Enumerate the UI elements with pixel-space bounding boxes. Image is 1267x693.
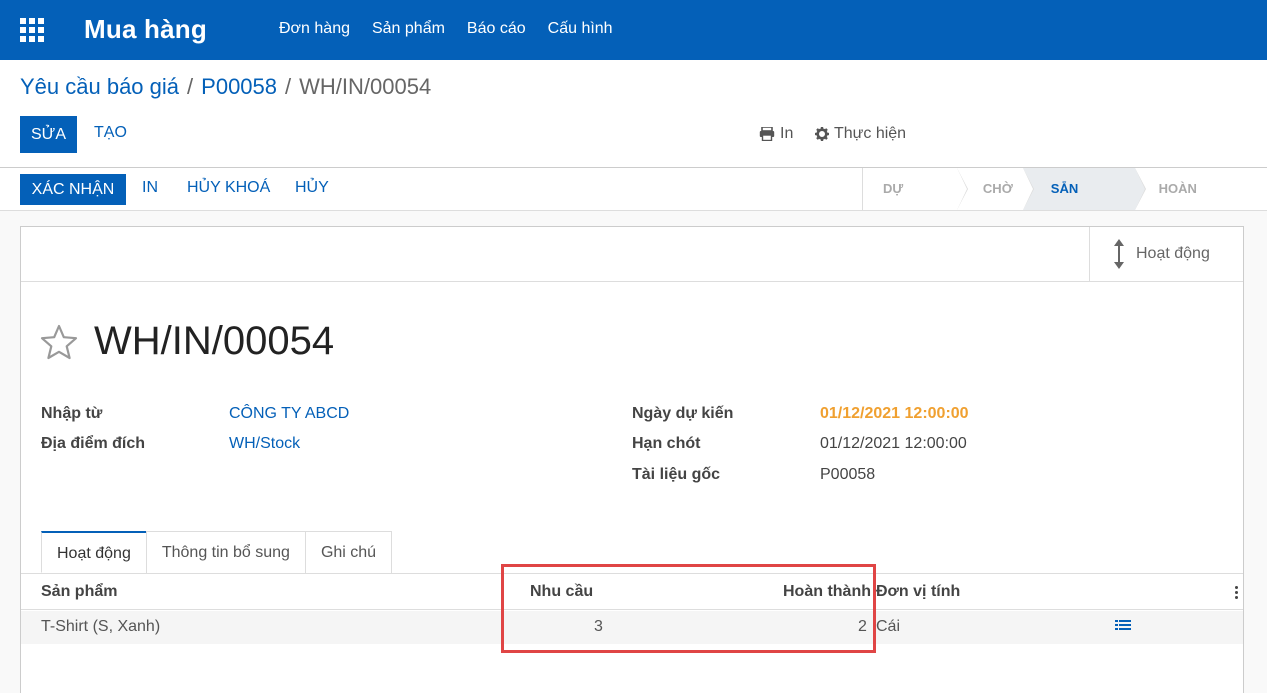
- list-detail-icon[interactable]: [1115, 619, 1131, 633]
- field-label-source-document: Tài liệu gốc: [632, 466, 721, 483]
- breadcrumb-rfq[interactable]: Yêu cầu báo giá: [20, 74, 179, 100]
- field-label-destination: Địa điểm đích: [41, 435, 146, 452]
- column-uom[interactable]: Đơn vị tính: [876, 583, 960, 601]
- form-sheet: Hoạt động WH/IN/00054 Nhập từ CÔNG TY AB…: [20, 226, 1244, 693]
- stage-draft[interactable]: Dự thảo: [863, 168, 968, 238]
- table-header: Sản phẩm Nhu cầu Hoàn thành Đơn vị tính: [21, 574, 1243, 610]
- field-value-source-document: P00058: [820, 466, 876, 483]
- column-product[interactable]: Sản phẩm: [41, 583, 117, 601]
- kebab-menu-icon[interactable]: [1235, 586, 1239, 601]
- breadcrumb-separator: /: [187, 74, 194, 99]
- field-value-scheduled-date: 01/12/2021 12:00:00: [820, 405, 969, 422]
- status-bar: Xác nhận In Hủy khoá Hủy Dự thảo Chờ Sẵn…: [0, 167, 1267, 238]
- cell-demand: 3: [594, 618, 603, 635]
- apps-grid-icon[interactable]: [20, 18, 44, 42]
- field-value-source[interactable]: CÔNG TY ABCD: [229, 405, 349, 423]
- confirm-button[interactable]: Xác nhận: [20, 174, 126, 205]
- menu-item-reports[interactable]: Báo cáo: [458, 0, 535, 60]
- star-outline-icon[interactable]: [40, 324, 78, 360]
- app-brand[interactable]: Mua hàng: [84, 14, 207, 45]
- create-button[interactable]: Tạo: [94, 124, 127, 142]
- activity-smart-button-label: Hoạt động: [1136, 245, 1210, 262]
- smart-button-box: Hoạt động: [21, 227, 1243, 282]
- tab-operations[interactable]: Hoạt động: [41, 531, 147, 573]
- unlock-button[interactable]: Hủy khoá: [187, 179, 270, 197]
- cancel-button[interactable]: Hủy: [295, 179, 329, 197]
- title-row: WH/IN/00054: [40, 319, 334, 364]
- create-button-label: Tạo: [94, 124, 127, 141]
- tab-note[interactable]: Ghi chú: [304, 531, 393, 573]
- table-row[interactable]: T-Shirt (S, Xanh) 3 2 Cái: [21, 611, 1243, 644]
- print-action-label: In: [780, 125, 794, 142]
- stage-done[interactable]: Hoàn thành: [1134, 168, 1267, 238]
- record-title: WH/IN/00054: [94, 319, 335, 363]
- menu-item-products[interactable]: Sản phẩm: [363, 0, 454, 60]
- field-label-scheduled-date: Ngày dự kiến: [632, 405, 734, 422]
- main-menu: Đơn hàng Sản phẩm Báo cáo Cấu hình: [270, 0, 626, 60]
- arrows-vertical-icon: [1114, 239, 1124, 269]
- notebook-tabs: Hoạt động Thông tin bổ sung Ghi chú: [41, 531, 393, 573]
- field-value-destination[interactable]: WH/Stock: [229, 435, 300, 453]
- execute-action-label: Thực hiện: [834, 125, 907, 142]
- print-icon: [759, 127, 775, 141]
- cell-uom: Cái: [876, 618, 901, 635]
- activity-smart-button[interactable]: Hoạt động: [1089, 227, 1243, 281]
- breadcrumb-po[interactable]: P00058: [201, 74, 277, 100]
- print-button[interactable]: In: [142, 179, 158, 197]
- edit-button[interactable]: Sửa: [20, 116, 77, 153]
- stage-ready[interactable]: Sẵn sàng: [1022, 168, 1146, 238]
- menu-item-config[interactable]: Cấu hình: [539, 0, 622, 60]
- cell-done: 2: [858, 618, 867, 635]
- gear-icon: [815, 127, 829, 141]
- cell-product: T-Shirt (S, Xanh): [41, 618, 161, 635]
- field-label-source: Nhập từ: [41, 405, 103, 422]
- column-done[interactable]: Hoàn thành: [783, 583, 871, 601]
- breadcrumb-separator: /: [285, 74, 292, 99]
- stage-pipeline: Dự thảo Chờ Sẵn sàng Hoàn thành: [862, 168, 1267, 238]
- menu-item-orders[interactable]: Đơn hàng: [270, 0, 359, 60]
- field-label-deadline: Hạn chót: [632, 435, 701, 452]
- execute-action[interactable]: Thực hiện: [815, 125, 906, 143]
- confirm-button-label: Xác nhận: [31, 180, 115, 198]
- column-demand[interactable]: Nhu cầu: [530, 583, 593, 601]
- field-value-deadline: 01/12/2021 12:00:00: [820, 435, 967, 452]
- breadcrumb-current: WH/IN/00054: [299, 74, 432, 99]
- print-action[interactable]: In: [759, 125, 793, 143]
- top-navbar: Mua hàng Đơn hàng Sản phẩm Báo cáo Cấu h…: [0, 0, 1267, 60]
- breadcrumb: Yêu cầu báo giá / P00058 / WH/IN/00054: [20, 74, 431, 100]
- tab-additional-info[interactable]: Thông tin bổ sung: [145, 531, 306, 573]
